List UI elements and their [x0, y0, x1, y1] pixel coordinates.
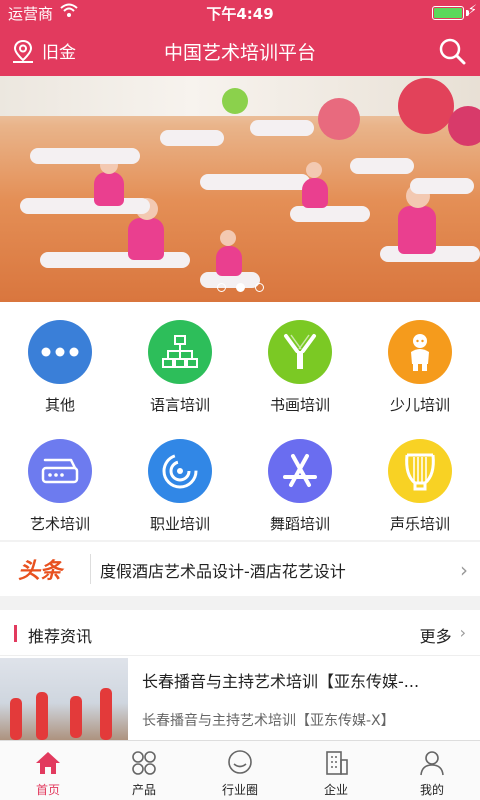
product-grid-icon — [132, 751, 156, 775]
more-dots-icon — [28, 320, 92, 384]
category-label: 少儿培训 — [389, 396, 450, 414]
category-art[interactable]: 艺术培训 — [0, 421, 120, 540]
banner-dancer — [20, 156, 150, 214]
banner-dancer — [200, 174, 310, 190]
category-other[interactable]: 其他 — [0, 302, 120, 421]
category-vocal[interactable]: 声乐培训 — [360, 421, 480, 540]
tab-mine[interactable]: 我的 — [384, 741, 480, 800]
thumbnail-dancer — [36, 692, 48, 740]
carousel-dot[interactable] — [216, 283, 226, 292]
tab-products[interactable]: 产品 — [96, 741, 192, 800]
banner-dancer — [410, 178, 474, 194]
exercise-ball — [448, 106, 480, 146]
category-label: 艺术培训 — [29, 515, 90, 533]
category-label: 舞蹈培训 — [269, 515, 330, 533]
app-store-icon — [268, 439, 332, 503]
category-vocational[interactable]: 职业培训 — [120, 421, 240, 540]
status-time: 下午4:49 — [206, 5, 274, 23]
news-thumbnail[interactable] — [0, 658, 128, 748]
child-icon — [388, 320, 452, 384]
tab-label: 企业 — [323, 783, 348, 797]
carousel-dot[interactable] — [254, 283, 264, 292]
tab-label: 首页 — [35, 783, 60, 797]
category-label: 书画培训 — [269, 396, 330, 414]
category-label: 声乐培训 — [389, 515, 450, 533]
divider — [90, 554, 91, 584]
signal-icon — [148, 439, 212, 503]
tab-label: 我的 — [419, 783, 444, 797]
recommend-section: 推荐资讯 更多 › 长春播音与主持艺术培训【亚东传媒-... 长春播音与主持艺术培… — [0, 610, 480, 748]
headline-text[interactable]: 度假酒店艺术品设计-酒店花艺设计 — [100, 558, 346, 582]
headline-ticker[interactable]: 头条 度假酒店艺术品设计-酒店花艺设计 › — [0, 542, 480, 596]
category-grid: 其他 语言培训 书画培训 少儿培训 艺术培训 职业培训 舞蹈培训 声乐培训 — [0, 302, 480, 540]
category-children[interactable]: 少儿培训 — [360, 302, 480, 421]
building-icon — [326, 751, 348, 775]
tab-home[interactable]: 首页 — [0, 741, 96, 800]
category-label: 其他 — [44, 396, 75, 414]
home-icon — [36, 752, 60, 774]
banner-dancer — [30, 148, 140, 164]
recommend-header: 推荐资讯 更多 › — [0, 610, 480, 656]
tab-label: 产品 — [131, 783, 156, 797]
exercise-ball — [398, 78, 454, 134]
carousel-indicator — [0, 283, 480, 292]
tab-label: 行业圈 — [221, 783, 258, 797]
user-icon — [420, 751, 444, 776]
category-label: 职业培训 — [149, 515, 210, 533]
banner-carousel[interactable] — [0, 76, 480, 302]
carousel-dot-active[interactable] — [235, 283, 245, 292]
thumbnail-dancer — [10, 698, 22, 740]
banner-dancer — [250, 120, 314, 136]
brush-fork-icon — [268, 320, 332, 384]
tab-industry[interactable]: 行业圈 — [192, 741, 288, 800]
section-title: 推荐资讯 — [28, 627, 93, 646]
charging-icon: ⚡ — [467, 3, 477, 18]
news-item-subtitle: 长春播音与主持艺术培训【亚东传媒-X】 — [142, 713, 395, 729]
banner-dancer — [380, 184, 480, 262]
exercise-ball — [318, 98, 360, 140]
more-label: 更多 — [419, 627, 452, 646]
search-icon[interactable] — [438, 37, 466, 65]
headline-tag: 头条 — [18, 559, 63, 584]
top-nav-bar: 旧金 中国艺术培训平台 — [0, 26, 480, 76]
page-title: 中国艺术培训平台 — [163, 42, 316, 64]
chevron-right-icon[interactable]: › — [460, 558, 468, 582]
chat-bubble-icon — [228, 750, 252, 774]
sitemap-icon — [148, 320, 212, 384]
more-link[interactable]: 更多 › — [420, 623, 466, 647]
banner-dancer — [40, 198, 190, 268]
banner-dancer — [160, 130, 224, 146]
router-icon — [28, 439, 92, 503]
category-painting[interactable]: 书画培训 — [240, 302, 360, 421]
category-dance[interactable]: 舞蹈培训 — [240, 421, 360, 540]
lyre-icon — [388, 439, 452, 503]
category-label: 语言培训 — [149, 396, 210, 414]
news-item-title[interactable]: 长春播音与主持艺术培训【亚东传媒-... — [142, 668, 419, 692]
exercise-ball — [222, 88, 248, 114]
chevron-right-icon: › — [459, 623, 466, 642]
category-language[interactable]: 语言培训 — [120, 302, 240, 421]
status-bar: 运营商 下午4:49 ⚡ — [0, 0, 480, 26]
section-accent-bar — [14, 625, 17, 642]
battery-icon — [432, 6, 464, 20]
tab-company[interactable]: 企业 — [288, 741, 384, 800]
banner-dancer — [350, 158, 414, 174]
thumbnail-dancer — [70, 696, 82, 738]
thumbnail-dancer — [100, 688, 112, 740]
bottom-tab-bar: 首页 产品 行业圈 企业 我的 — [0, 740, 480, 800]
banner-dancer — [290, 162, 370, 222]
